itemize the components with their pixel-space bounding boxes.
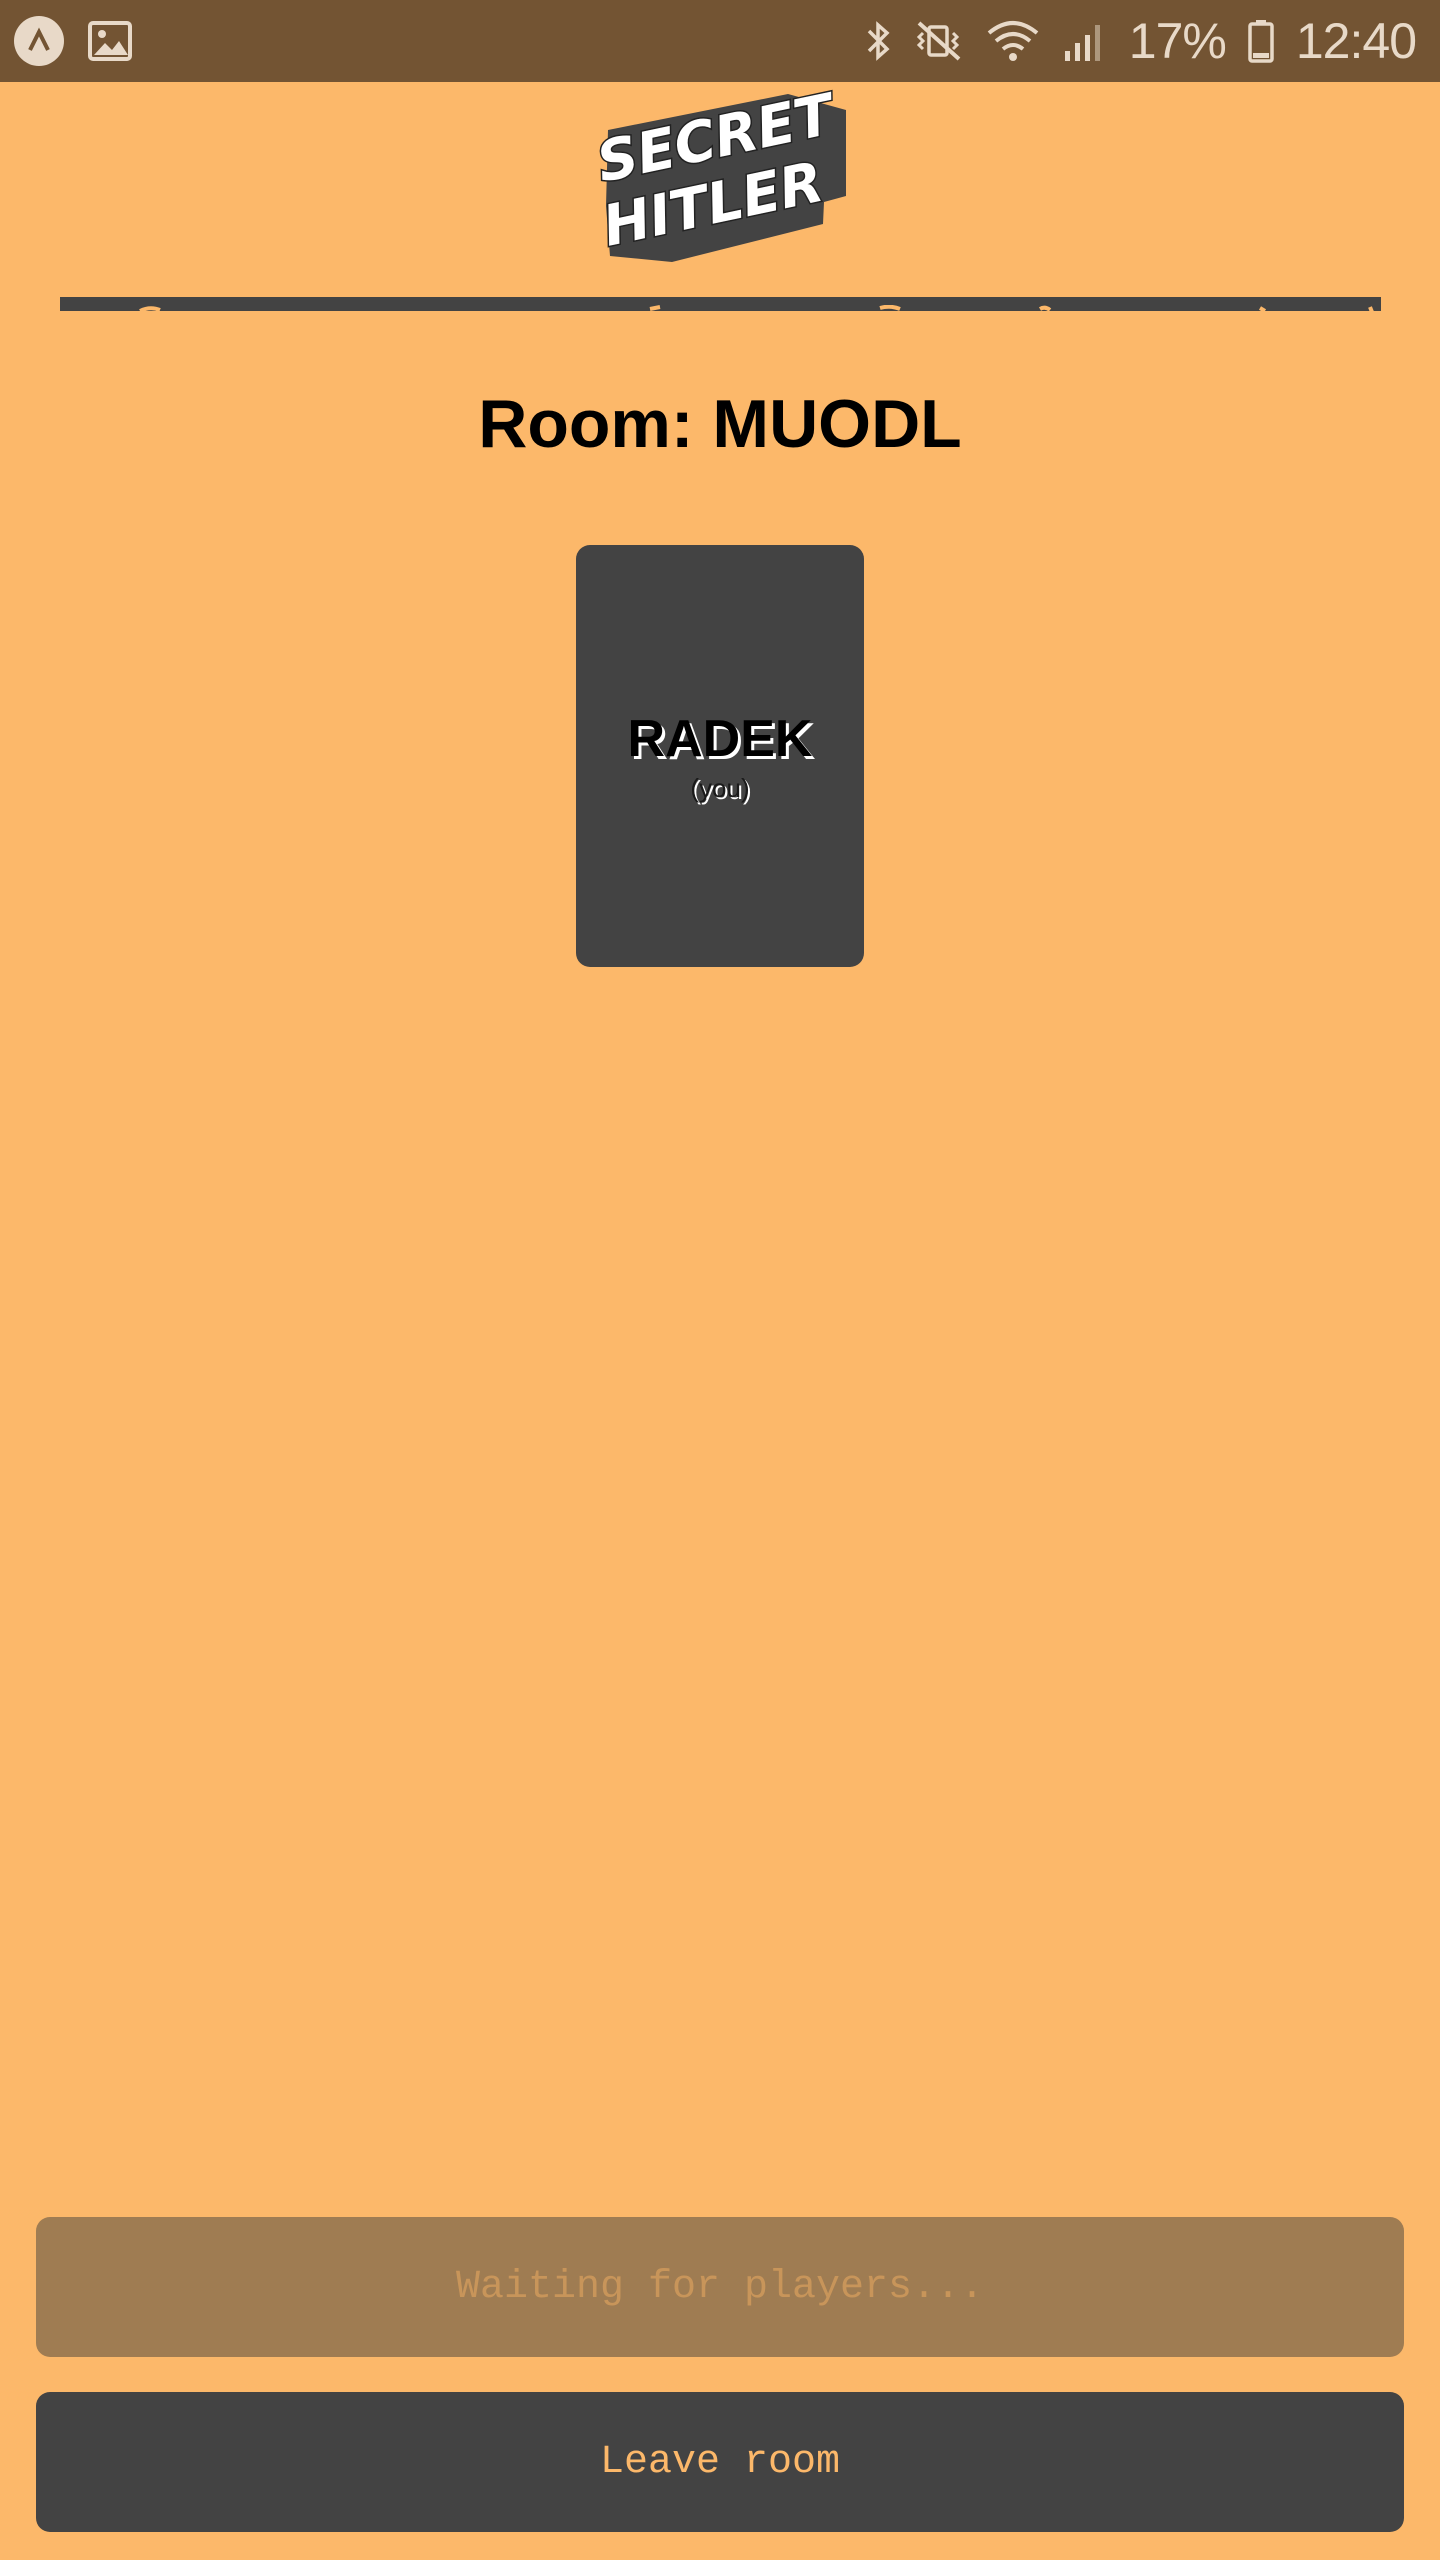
wifi-icon bbox=[985, 19, 1041, 63]
status-bar-right: 17% 12:40 bbox=[865, 12, 1417, 70]
battery-icon bbox=[1248, 19, 1274, 63]
waiting-for-players-button[interactable]: Waiting for players... bbox=[36, 2217, 1404, 2357]
status-bar: 17% 12:40 bbox=[0, 0, 1440, 82]
player-name: RADEK bbox=[627, 709, 813, 768]
app-notification-icon bbox=[14, 16, 64, 66]
player-card[interactable]: RADEK (you) bbox=[576, 545, 864, 967]
battery-percent: 17% bbox=[1128, 13, 1227, 69]
leave-room-button[interactable]: Leave room bbox=[36, 2392, 1404, 2532]
image-icon bbox=[88, 21, 132, 61]
header-divider bbox=[60, 297, 1381, 313]
signal-icon bbox=[1063, 19, 1107, 63]
player-you-tag: (you) bbox=[690, 772, 750, 803]
status-bar-left bbox=[14, 16, 132, 66]
clock: 12:40 bbox=[1295, 13, 1417, 69]
secret-hitler-logo: SECRET HITLER bbox=[588, 80, 848, 266]
vibrate-mute-icon bbox=[915, 19, 963, 63]
room-title: Room: MUODL bbox=[478, 386, 962, 462]
bluetooth-icon bbox=[865, 19, 893, 63]
